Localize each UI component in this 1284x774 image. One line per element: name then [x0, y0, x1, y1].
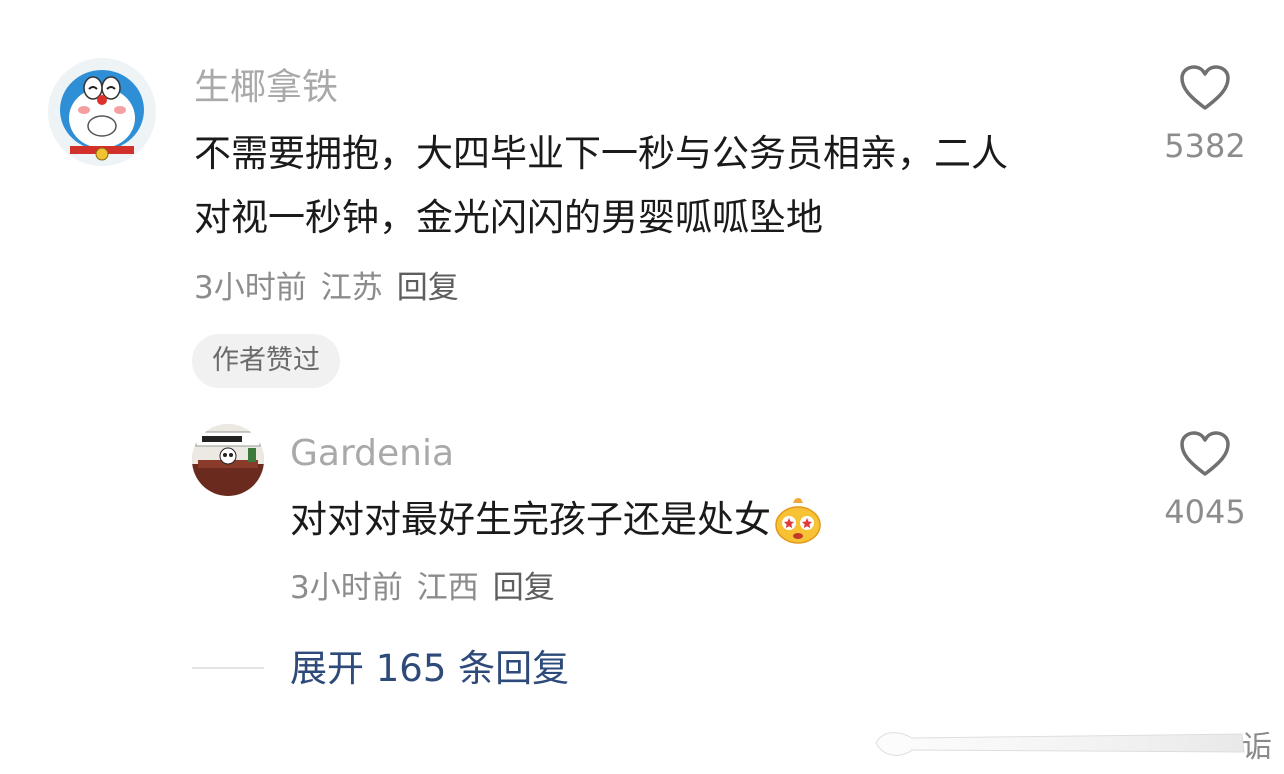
reply-reply-button[interactable]: 回复 [493, 568, 555, 608]
like-button[interactable]: 5382 [1150, 64, 1260, 166]
comment-text[interactable]: 不需要拥抱，大四毕业下一秒与公务员相亲，二人 对视一秒钟，金光闪闪的男婴呱呱坠地 [194, 122, 1008, 250]
reply-meta: 3小时前 江西 回复 [290, 568, 555, 608]
reply-avatar[interactable] [192, 424, 264, 496]
comment-meta: 3小时前 江苏 回复 [194, 268, 459, 308]
watermark-logo [875, 732, 1245, 756]
reply-like-count: 4045 [1164, 493, 1246, 531]
star-eyes-emoji-icon [775, 498, 821, 544]
reply-text-content: 对对对最好生完孩子还是处女 [290, 498, 771, 541]
comment-username[interactable]: 生椰拿铁 [194, 64, 338, 112]
expand-replies-link[interactable]: 展开 165 条回复 [290, 645, 569, 693]
reply-like-button[interactable]: 4045 [1150, 430, 1260, 532]
reply-username[interactable]: Gardenia [290, 430, 454, 478]
avatar[interactable] [48, 58, 156, 166]
comment-time: 3小时前 [194, 270, 307, 306]
doraemon-avatar-icon [48, 58, 156, 166]
reply-text[interactable]: 对对对最好生完孩子还是处女 [290, 488, 823, 552]
panda-desk-avatar-icon [192, 424, 264, 496]
author-liked-badge: 作者赞过 [192, 334, 340, 388]
reply-time: 3小时前 [290, 570, 403, 606]
expand-divider [192, 667, 264, 669]
reply-location: 江西 [416, 570, 479, 606]
comment-thread: 生椰拿铁 不需要拥抱，大四毕业下一秒与公务员相亲，二人 对视一秒钟，金光闪闪的男… [0, 0, 1284, 774]
comment-location: 江苏 [320, 270, 383, 306]
reply-button[interactable]: 回复 [397, 268, 459, 308]
heart-icon[interactable] [1179, 64, 1231, 112]
heart-icon[interactable] [1179, 430, 1231, 478]
comment-text-line: 不需要拥抱，大四毕业下一秒与公务员相亲，二人 [194, 132, 1008, 175]
comment-text-line: 对视一秒钟，金光闪闪的男婴呱呱坠地 [194, 196, 823, 239]
watermark-text: 诟 [1242, 730, 1272, 765]
like-count: 5382 [1164, 127, 1246, 165]
